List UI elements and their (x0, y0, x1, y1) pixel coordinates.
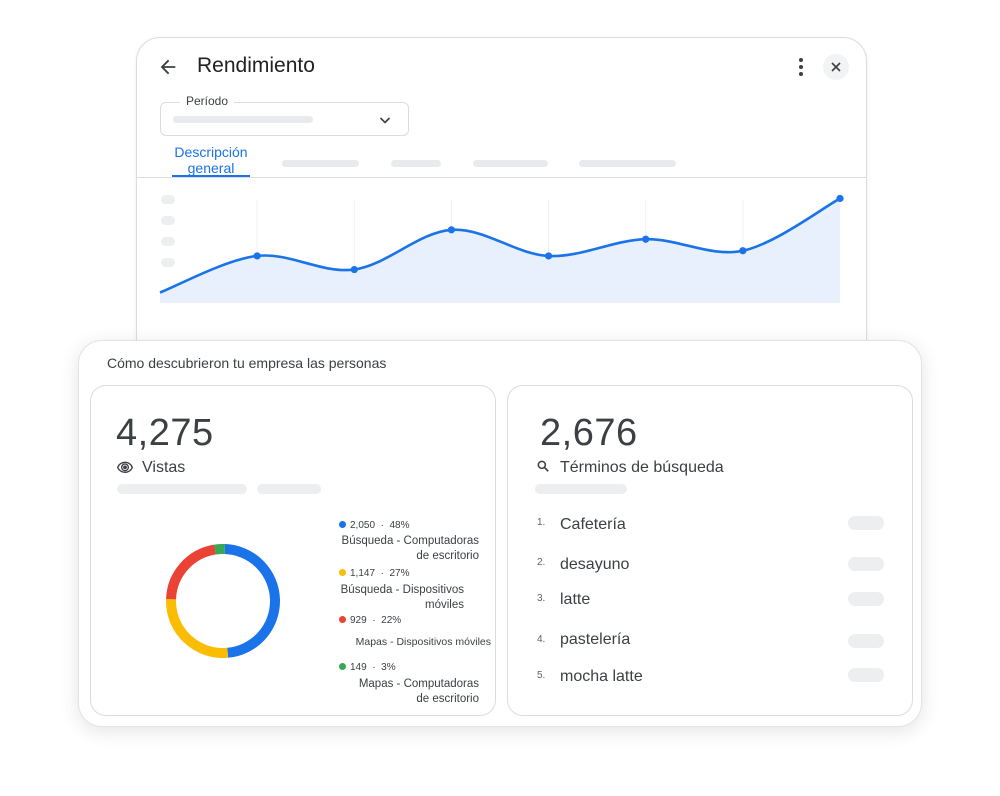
legend-percent: 3% (381, 662, 396, 673)
search-terms-card: 2,676 Términos de búsqueda 1. Cafetería … (507, 385, 913, 716)
search-terms-total: 2,676 (540, 412, 638, 454)
legend-value: 929 (350, 615, 367, 626)
views-card: 4,275 Vistas 2,050 · 48% Búsqueda - Comp… (90, 385, 496, 716)
placeholder-bar (535, 484, 627, 494)
chart-data-point (544, 252, 553, 260)
legend-dot (339, 569, 346, 576)
close-button[interactable] (823, 54, 849, 80)
more-vert-icon[interactable] (792, 56, 810, 78)
views-label: Vistas (142, 459, 186, 476)
legend-entry-desktop-search: 2,050 · 48% (339, 520, 410, 531)
legend-label: Mapas - Dispositivos móviles (355, 636, 491, 648)
tab-placeholder[interactable] (282, 160, 359, 167)
legend-label: Mapas - Computadoras de escritorio (358, 678, 479, 705)
term-count-placeholder (848, 634, 884, 648)
legend-dot (339, 663, 346, 670)
tab-overview[interactable]: Descripción general (172, 144, 250, 176)
term-text: desayuno (560, 556, 630, 573)
term-rank: 4. (537, 634, 546, 645)
views-total: 4,275 (116, 412, 214, 454)
chart-data-point (350, 265, 358, 274)
chevron-down-icon (379, 117, 391, 124)
legend-value: 1,147 (350, 568, 376, 579)
tab-placeholder[interactable] (391, 160, 441, 167)
legend-entry-mobile-maps: 929 · 22% (339, 615, 401, 626)
legend-value: 2,050 (350, 520, 376, 531)
performance-panel: Rendimiento Período Descripción general (136, 37, 867, 367)
arrow-back-icon[interactable] (157, 56, 179, 78)
legend-percent: 48% (389, 520, 410, 531)
term-count-placeholder (848, 592, 884, 606)
placeholder-bar (117, 484, 247, 494)
legend-entry-desktop-maps: 149 · 3% (339, 662, 396, 673)
term-count-placeholder (848, 668, 884, 682)
term-rank: 3. (537, 593, 546, 604)
discovery-heading: Cómo descubrieron tu empresa las persona… (107, 355, 387, 371)
legend-dot (339, 521, 346, 528)
search-terms-label: Términos de búsqueda (560, 459, 724, 476)
performance-area-chart (159, 194, 844, 303)
term-count-placeholder (848, 557, 884, 571)
page-title: Rendimiento (197, 54, 315, 77)
donut-slice (214, 544, 225, 555)
term-count-placeholder (848, 516, 884, 530)
chart-data-point (836, 194, 844, 203)
legend-percent: 27% (389, 568, 410, 579)
legend-label: Búsqueda - Dispositivos móviles (340, 584, 464, 611)
donut-slice (166, 544, 217, 600)
legend-entry-mobile-search: 1,147 · 27% (339, 568, 410, 579)
legend-value: 149 (350, 662, 367, 673)
chart-data-point (739, 247, 747, 255)
term-rank: 5. (537, 670, 546, 681)
period-selected-value (173, 116, 313, 123)
period-label: Período (180, 94, 235, 108)
term-text: latte (560, 591, 591, 608)
donut-slice (224, 544, 280, 658)
tab-placeholder[interactable] (473, 160, 548, 167)
views-donut-chart (166, 544, 280, 658)
chart-data-point (642, 235, 650, 243)
chart-data-point (447, 226, 456, 234)
search-icon (537, 460, 549, 472)
chart-data-point (253, 252, 261, 260)
term-rank: 2. (537, 557, 546, 568)
term-rank: 1. (537, 517, 546, 528)
placeholder-bar (257, 484, 321, 494)
donut-slice (166, 599, 229, 658)
legend-percent: 22% (381, 615, 402, 626)
eye-icon (117, 461, 133, 474)
close-icon (831, 62, 841, 72)
legend-label: Búsqueda - Computadoras de escritorio (341, 535, 479, 562)
term-text: pastelería (560, 631, 631, 648)
term-text: mocha latte (560, 668, 643, 685)
legend-dot (339, 616, 346, 623)
discovery-card: Cómo descubrieron tu empresa las persona… (78, 340, 922, 727)
tab-placeholder[interactable] (579, 160, 676, 167)
term-text: Cafetería (560, 516, 626, 533)
